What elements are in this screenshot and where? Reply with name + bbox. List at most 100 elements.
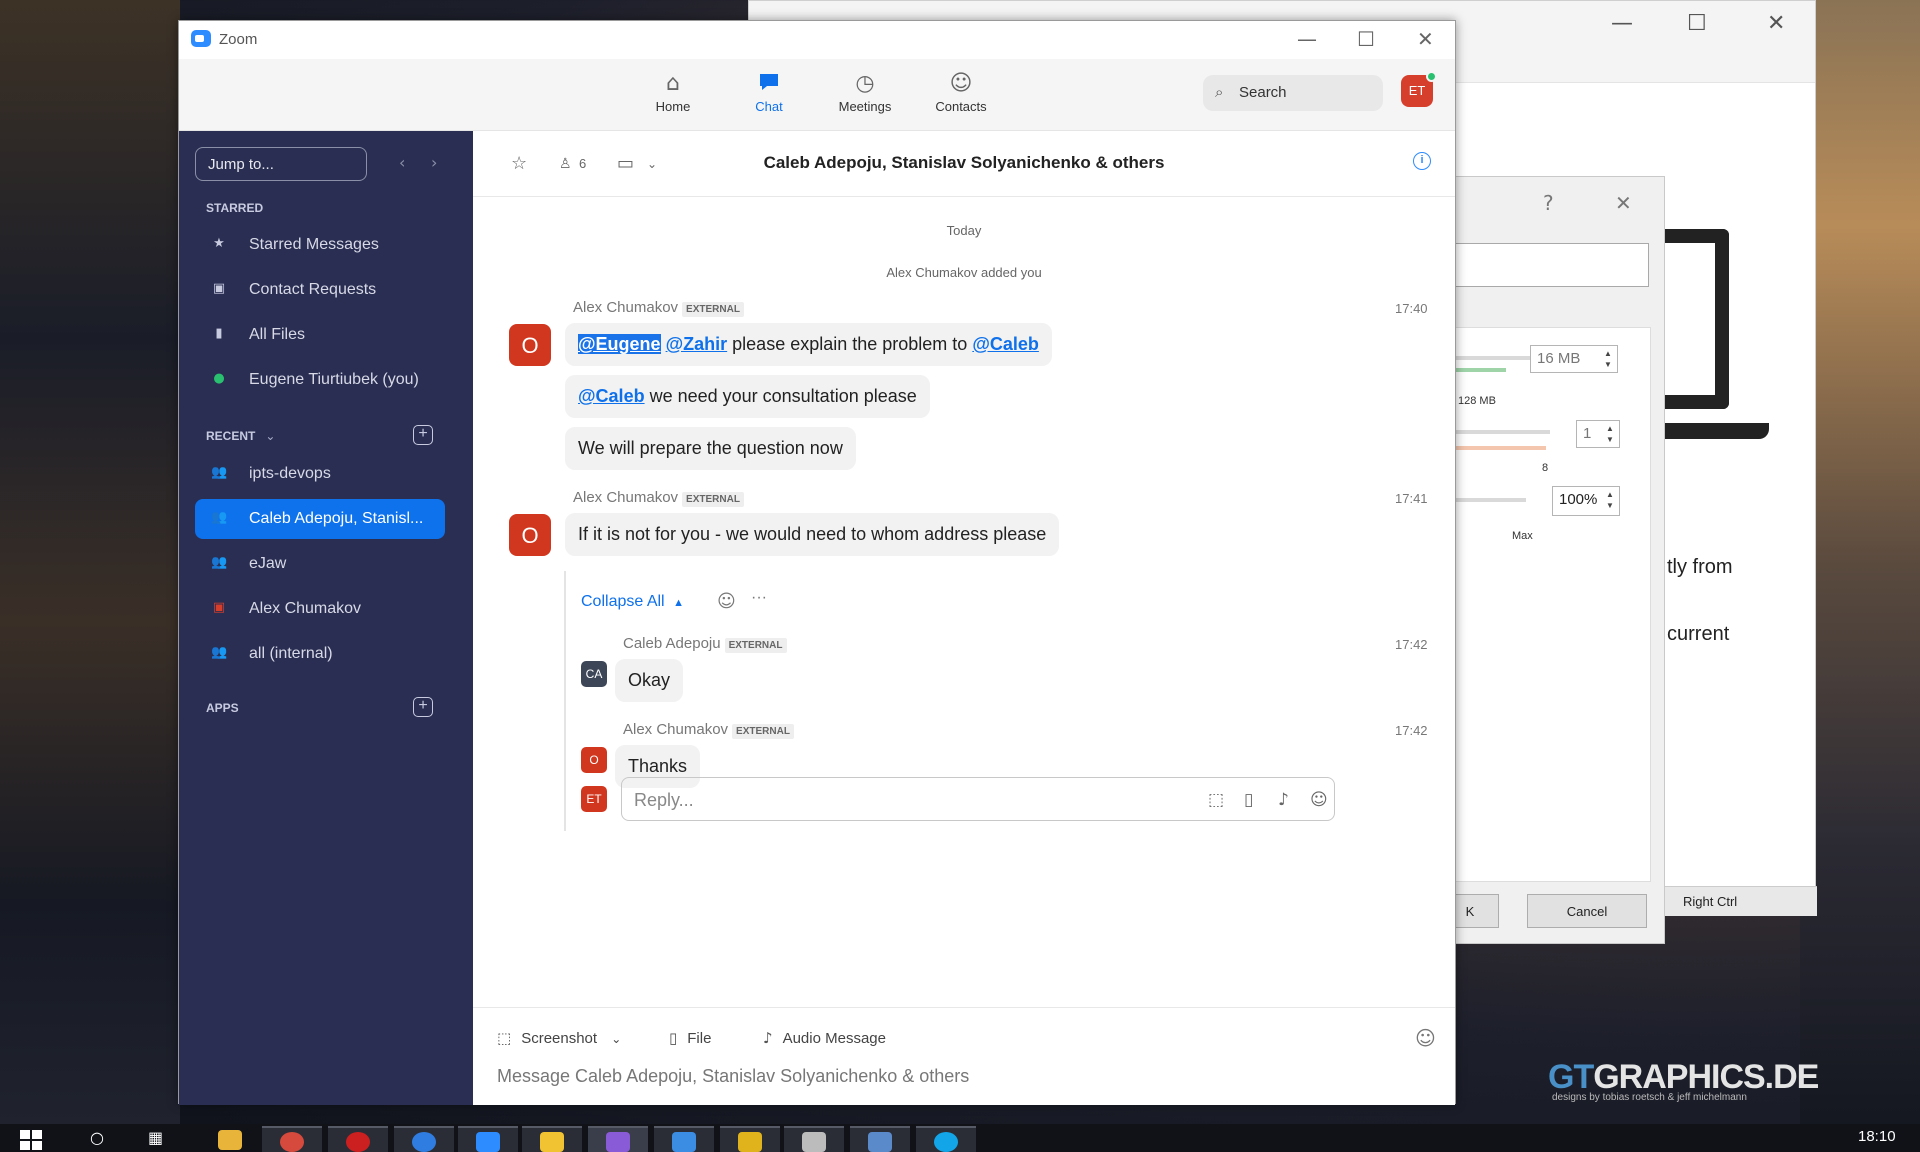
dialog-close-icon[interactable]: ✕ (1615, 191, 1632, 215)
back-arrow-icon[interactable]: ‹ (399, 153, 405, 172)
bg-close-icon[interactable]: ✕ (1767, 11, 1785, 36)
group-icon: 👥 (211, 510, 228, 525)
watermark-subtitle: designs by tobias roetsch & jeff michelm… (1552, 1092, 1747, 1103)
bg-minimize-icon[interactable]: — (1611, 11, 1633, 36)
mention-link[interactable]: @Caleb (972, 334, 1039, 354)
minimize-icon[interactable]: — (1297, 27, 1317, 51)
mention-link[interactable]: @Eugene (578, 334, 661, 354)
sidebar-item-ejaw[interactable]: 👥 eJaw (195, 544, 445, 584)
file-explorer-icon[interactable] (200, 1126, 260, 1152)
maximize-icon[interactable]: ☐ (1357, 27, 1375, 51)
skype-icon[interactable] (916, 1126, 976, 1152)
spinner-arrows-icon[interactable]: ▲ ▼ (1603, 423, 1617, 445)
cancel-button[interactable]: Cancel (1527, 894, 1647, 928)
cpu-slider[interactable] (1442, 430, 1550, 434)
microphone-icon[interactable]: ♪ (1278, 790, 1289, 810)
watermark-part1: GT (1548, 1058, 1594, 1096)
visual-studio-icon[interactable] (588, 1126, 648, 1152)
avatar[interactable]: O (581, 747, 607, 773)
mention-link[interactable]: @Caleb (578, 386, 645, 406)
message-bubble[interactable]: If it is not for you - we would need to … (565, 513, 1060, 556)
chevron-down-icon[interactable]: ⌄ (611, 1032, 621, 1046)
zoom-taskbar-icon[interactable] (458, 1126, 518, 1152)
sidebar-item-all-files[interactable]: ▮ All Files (195, 315, 445, 355)
recent-header-label: RECENT (206, 429, 256, 443)
file-label: File (687, 1030, 712, 1047)
message-sender: Alex Chumakov EXTERNAL (573, 489, 744, 507)
add-recent-icon[interactable]: + (413, 425, 433, 445)
spinner-arrows-icon[interactable]: ▲ ▼ (1603, 489, 1617, 511)
nav-contacts[interactable]: ☺ Contacts (921, 71, 1001, 114)
message-input[interactable]: Message Caleb Adepoju, Stanislav Solyani… (497, 1066, 969, 1087)
memory-spinner[interactable]: 16 MB ▲ ▼ (1530, 345, 1618, 373)
avatar[interactable]: O (509, 324, 551, 366)
notes-icon[interactable] (522, 1126, 582, 1152)
outlook-icon[interactable] (654, 1126, 714, 1152)
paint-icon[interactable] (784, 1126, 844, 1152)
windows-start-icon[interactable] (20, 1130, 42, 1150)
group-icon: 👥 (211, 645, 228, 660)
mention-link[interactable]: @Zahir (666, 334, 728, 354)
signal-icon[interactable] (394, 1126, 454, 1152)
sidebar-item-alex-chumakov[interactable]: ▣ Alex Chumakov (195, 589, 445, 629)
execution-cap-value: 100% (1559, 491, 1598, 508)
close-icon[interactable]: ✕ (1417, 27, 1434, 51)
emoji-icon[interactable]: ☺ (1415, 1026, 1436, 1050)
message-time: 17:42 (1395, 723, 1428, 738)
recent-header[interactable]: RECENT ⌄ (206, 429, 275, 443)
chat-sidebar: Jump to... ‹ › STARRED ★ Starred Message… (179, 131, 473, 1105)
spinner-arrows-icon[interactable]: ▲ ▼ (1601, 348, 1615, 370)
search-box[interactable]: ⌕ Search (1203, 75, 1383, 111)
nav-meetings[interactable]: ◷ Meetings (825, 71, 905, 114)
home-icon: ⌂ (666, 71, 680, 96)
sidebar-item-starred-messages[interactable]: ★ Starred Messages (195, 225, 445, 265)
microphone-icon: ♪ (763, 1029, 773, 1047)
add-reaction-icon[interactable]: ☺ (717, 591, 736, 612)
sidebar-item-ipts-devops[interactable]: 👥 ipts-devops (195, 454, 445, 494)
sidebar-item-caleb-group[interactable]: 👥 Caleb Adepoju, Stanisl... (195, 499, 445, 539)
message-bubble[interactable]: @Eugene @Zahir please explain the proble… (565, 323, 1052, 366)
avatar[interactable]: O (509, 514, 551, 556)
message-bubble[interactable]: Okay (615, 659, 684, 702)
screenshot-button[interactable]: ⬚ Screenshot ⌄ (497, 1029, 621, 1047)
add-app-icon[interactable]: + (413, 697, 433, 717)
help-icon[interactable]: ? (1543, 191, 1554, 215)
sidebar-item-self[interactable]: ● Eugene Tiurtiubek (you) (195, 360, 445, 400)
collapse-all-button[interactable]: Collapse All ▲ (581, 593, 684, 611)
execution-cap-spinner[interactable]: 100% ▲ ▼ (1552, 486, 1620, 516)
emoji-icon[interactable]: ☺ (1310, 790, 1328, 810)
profile-avatar[interactable]: ET (1401, 71, 1437, 107)
message-bubble[interactable]: We will prepare the question now (565, 427, 856, 470)
chat-icon (729, 71, 809, 99)
bg-maximize-icon[interactable]: ☐ (1687, 11, 1707, 36)
message-bubble[interactable]: @Caleb we need your consultation please (565, 375, 930, 418)
search-icon[interactable]: ○ (90, 1128, 104, 1147)
taskbar-clock[interactable]: 18:10 (1858, 1128, 1896, 1145)
vpn-icon[interactable] (720, 1126, 780, 1152)
info-icon[interactable]: i (1413, 152, 1431, 170)
reply-input[interactable]: Reply... ⬚ ▯ ♪ ☺ (621, 777, 1335, 821)
avatar[interactable]: CA (581, 661, 607, 687)
cpu-spinner[interactable]: 1 ▲ ▼ (1576, 420, 1620, 448)
forward-arrow-icon[interactable]: › (431, 153, 437, 172)
clock-icon: ◷ (855, 71, 875, 96)
jump-to-input[interactable]: Jump to... (195, 147, 367, 181)
starred-header: STARRED (206, 201, 264, 215)
sidebar-item-contact-requests[interactable]: ▣ Contact Requests (195, 270, 445, 310)
dialog-name-input[interactable] (1441, 243, 1649, 287)
more-options-icon[interactable]: ··· (751, 589, 767, 607)
file-icon[interactable]: ▯ (1244, 790, 1253, 810)
virtualbox-icon[interactable] (850, 1126, 910, 1152)
chrome-icon[interactable] (262, 1126, 322, 1152)
desktop-wallpaper-right (1800, 0, 1920, 1130)
nav-home[interactable]: ⌂ Home (633, 71, 713, 114)
sidebar-item-label: ipts-devops (249, 465, 331, 482)
sidebar-item-all-internal[interactable]: 👥 all (internal) (195, 634, 445, 674)
nav-chat[interactable]: Chat (729, 71, 809, 114)
screenshot-icon[interactable]: ⬚ (1208, 790, 1224, 810)
contacts-icon: ☺ (949, 71, 973, 96)
task-view-icon[interactable]: ▦ (148, 1128, 163, 1147)
file-button[interactable]: ▯ File (669, 1029, 711, 1047)
audio-message-button[interactable]: ♪ Audio Message (763, 1029, 886, 1047)
opera-icon[interactable] (328, 1126, 388, 1152)
